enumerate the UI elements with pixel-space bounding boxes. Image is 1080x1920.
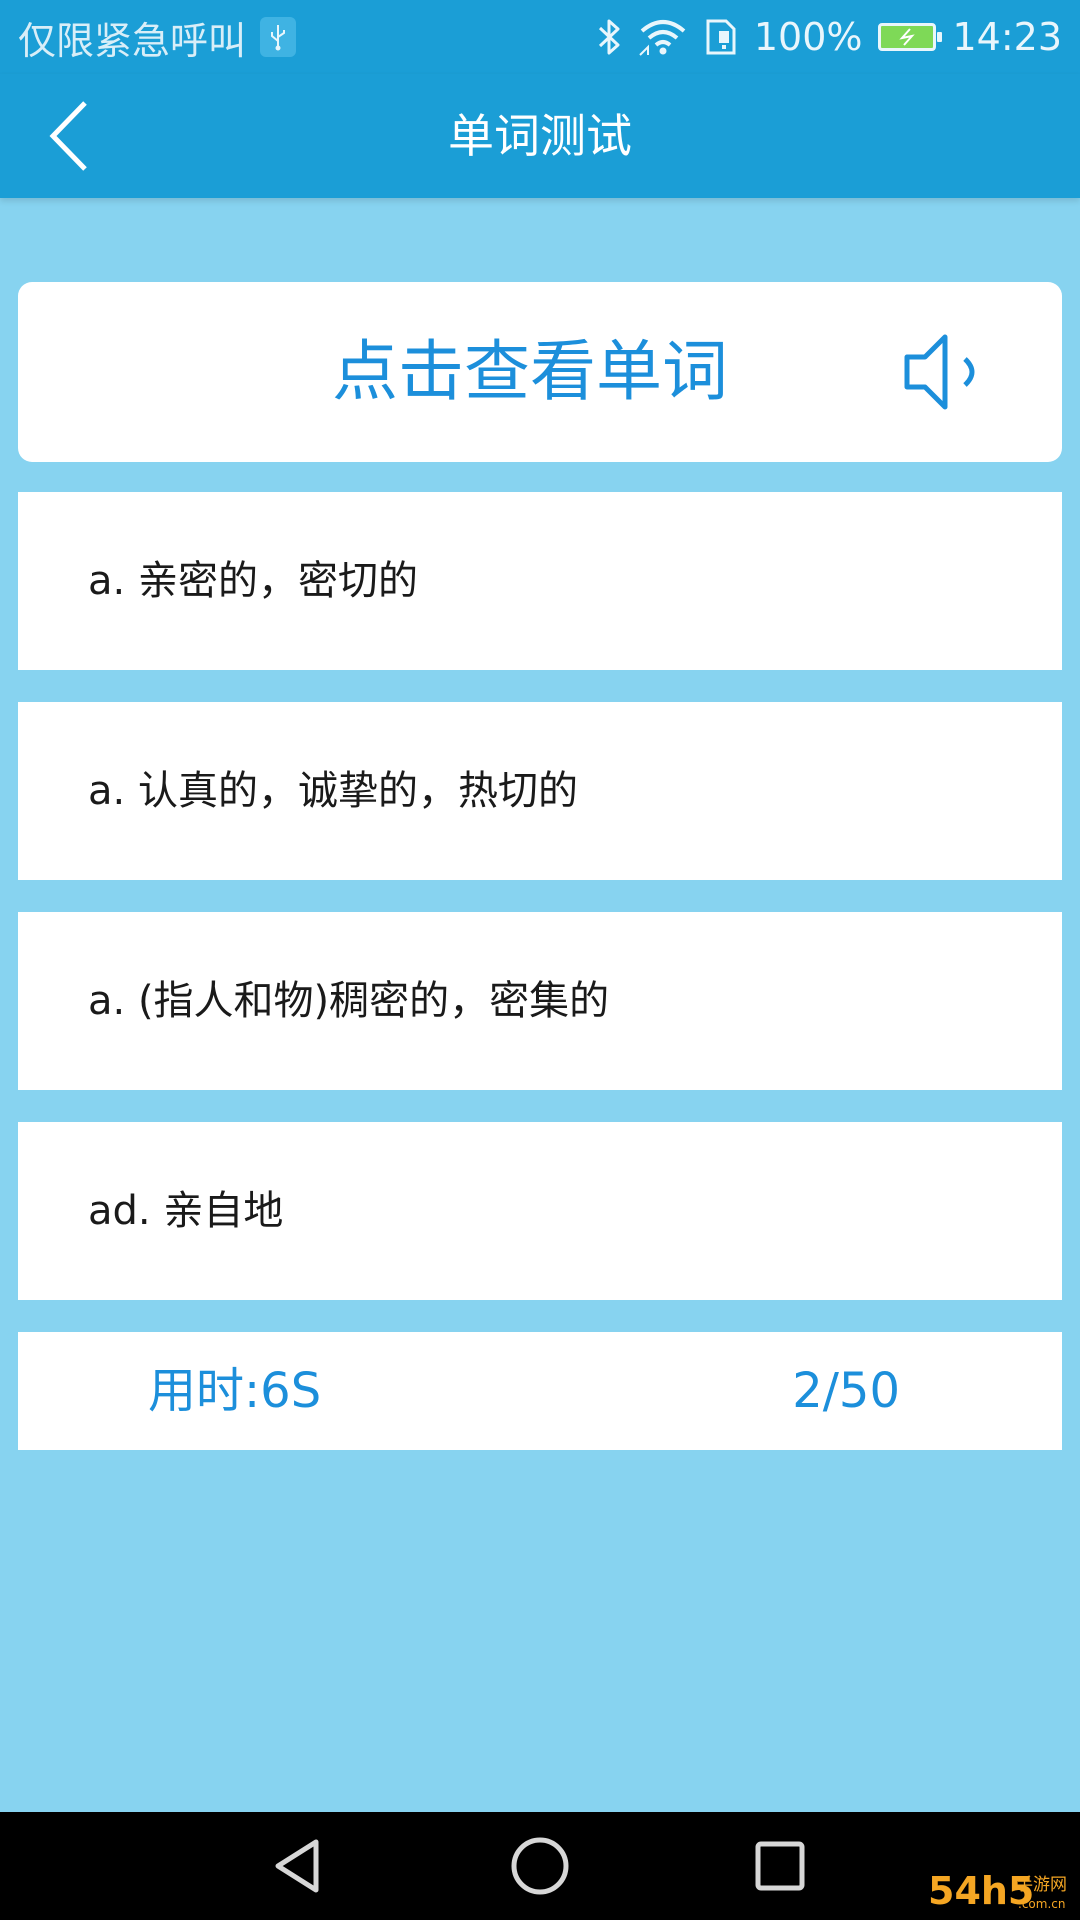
status-right: 100% 14:23: [580, 8, 1062, 66]
battery-percent: 100%: [753, 15, 863, 59]
nav-home-button[interactable]: [500, 1826, 580, 1906]
wifi-icon: [638, 17, 688, 57]
status-bar: 仅限紧急呼叫 100% 14:23: [0, 0, 1080, 74]
app-bar: 单词测试: [0, 74, 1080, 198]
option-2-label: a. 认真的，诚挚的，热切的: [88, 768, 578, 814]
speaker-button[interactable]: [894, 326, 1004, 418]
option-1[interactable]: a. 亲密的，密切的: [18, 492, 1062, 670]
nav-recents-icon: [755, 1841, 805, 1891]
nav-home-icon: [511, 1837, 569, 1895]
battery-charging-icon: [878, 23, 943, 51]
back-arrow-icon: [49, 101, 87, 171]
elapsed-time: 用时:6S: [148, 1363, 322, 1419]
status-left: 仅限紧急呼叫: [18, 8, 297, 66]
option-3[interactable]: a. (指人和物)稠密的，密集的: [18, 912, 1062, 1090]
nav-back-icon: [275, 1839, 319, 1893]
option-1-label: a. 亲密的，密切的: [88, 558, 418, 604]
question-progress: 2/50: [792, 1363, 900, 1419]
nav-recents-button[interactable]: [740, 1826, 820, 1906]
sim-card-icon: [704, 17, 738, 57]
back-button[interactable]: [28, 94, 112, 178]
stats-bar: 用时:6S 2/50: [18, 1332, 1062, 1450]
option-2[interactable]: a. 认真的，诚挚的，热切的: [18, 702, 1062, 880]
bluetooth-icon: [596, 17, 622, 57]
navigation-bar: 54h5 手游网 .com.cn: [0, 1812, 1080, 1920]
watermark-logo: 54h5 手游网 .com.cn: [926, 1866, 1076, 1916]
watermark-tagline: 手游网: [1016, 1875, 1067, 1895]
usb-icon: [260, 17, 297, 57]
clock: 14:23: [952, 15, 1062, 59]
option-4[interactable]: ad. 亲自地: [18, 1122, 1062, 1300]
show-word-card[interactable]: 点击查看单词: [18, 282, 1062, 462]
speaker-icon: [904, 334, 975, 410]
watermark-domain: .com.cn: [1018, 1897, 1065, 1911]
page-title: 单词测试: [448, 109, 632, 163]
carrier-text: 仅限紧急呼叫: [18, 18, 247, 63]
option-3-label: a. (指人和物)稠密的，密集的: [88, 978, 610, 1024]
nav-back-button[interactable]: [258, 1826, 338, 1906]
option-4-label: ad. 亲自地: [88, 1188, 284, 1234]
